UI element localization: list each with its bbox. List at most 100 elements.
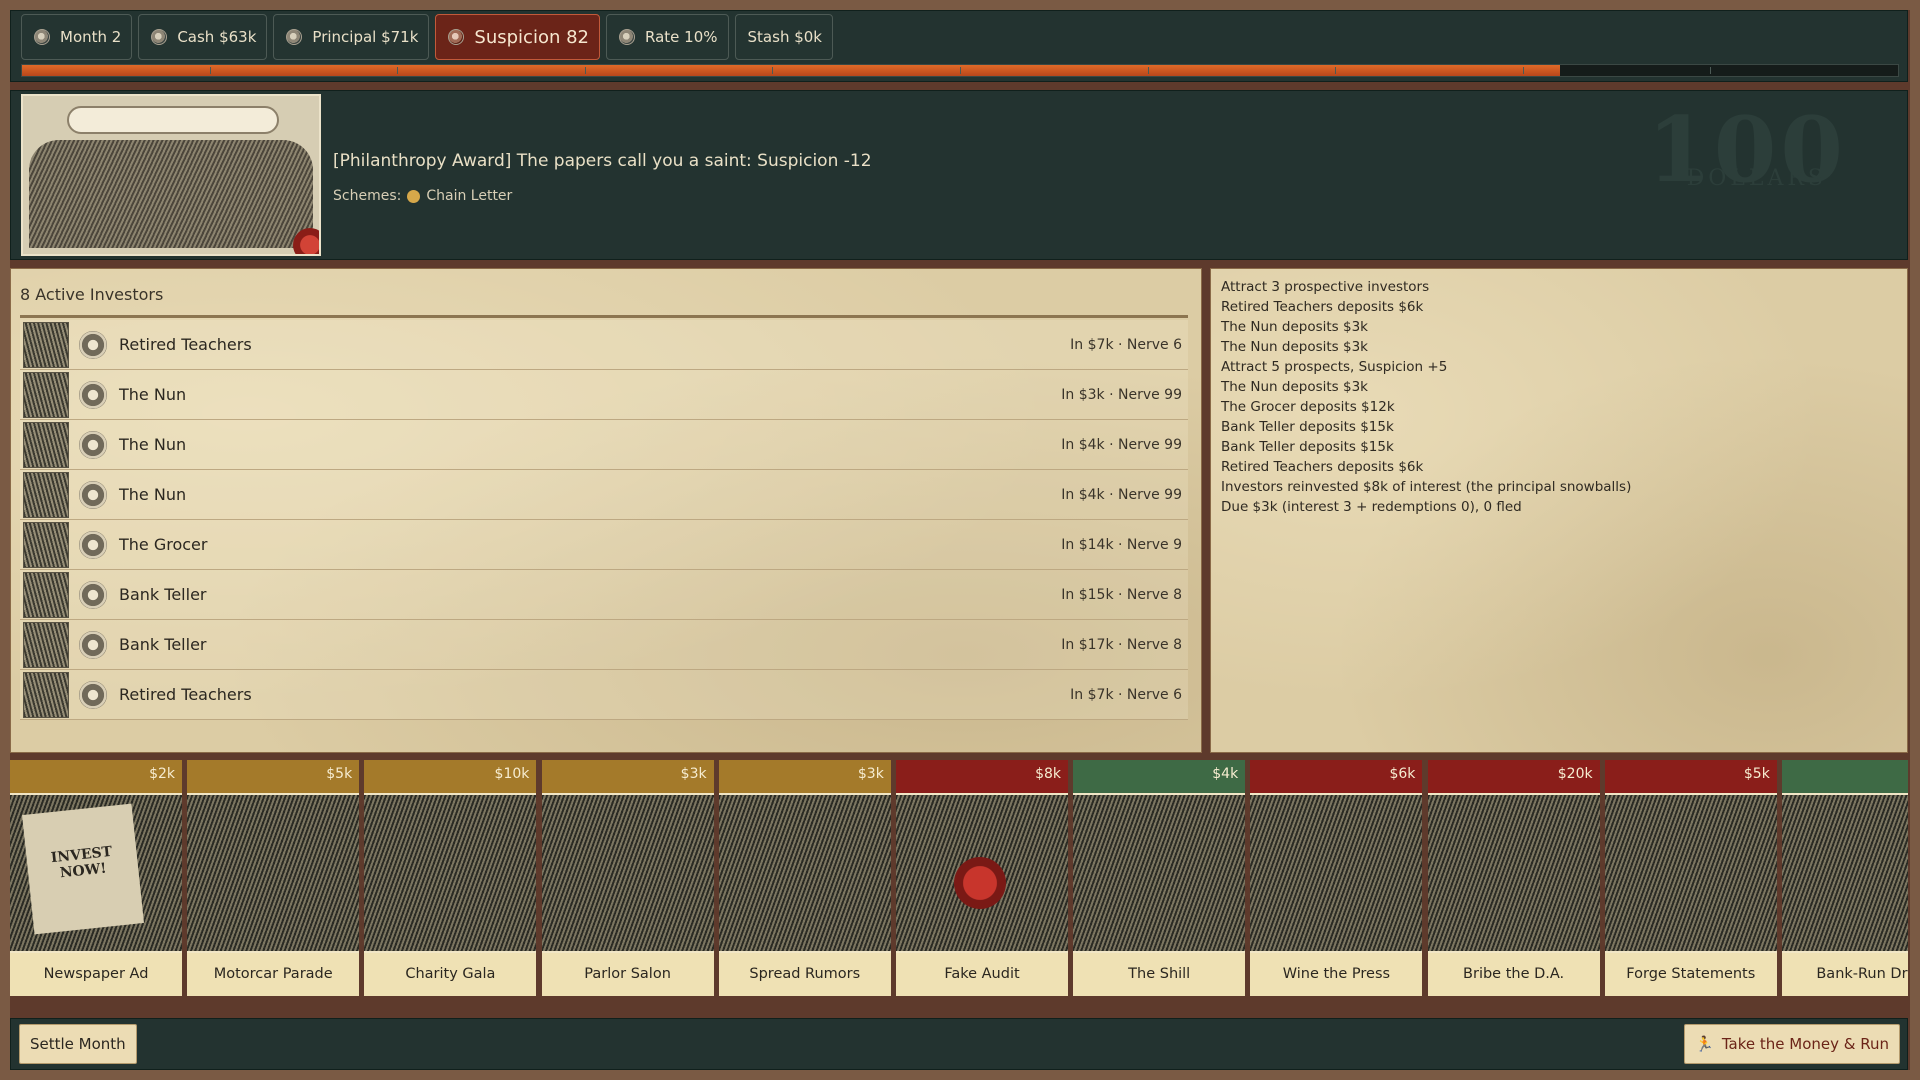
- scheme-card-art: [187, 793, 360, 953]
- investor-row[interactable]: Bank Teller In $17k · Nerve 8: [20, 620, 1188, 670]
- scheme-card[interactable]: $6k Wine the Press: [1250, 760, 1423, 996]
- investor-name: Bank Teller: [119, 585, 207, 604]
- investor-portrait: [23, 671, 69, 718]
- meter-tick: [209, 67, 211, 74]
- stat-rate: Rate 10%: [606, 14, 729, 60]
- scheme-card-art: [1073, 793, 1246, 953]
- investor-stat: In $14k · Nerve 9: [1061, 536, 1182, 553]
- stat-stash-label: Stash $0k: [747, 28, 822, 46]
- investor-badge-icon: [79, 430, 107, 459]
- stat-chips: Month 2 Cash $63k Principal $71k Suspicion …: [21, 14, 833, 60]
- scheme-card-art: [718, 793, 891, 953]
- investor-row[interactable]: The Nun In $3k · Nerve 99: [20, 370, 1188, 420]
- investor-badge-icon: [79, 380, 107, 409]
- action-bar: Settle Month 🏃 Take the Money & Run: [10, 1018, 1908, 1070]
- event-message: [Philanthropy Award] The papers call you…: [333, 151, 872, 171]
- log-entry: Bank Teller deposits $15k: [1221, 419, 1394, 435]
- take-money-run-button[interactable]: 🏃 Take the Money & Run: [1684, 1024, 1900, 1064]
- scheme-card[interactable]: $4k The Shill: [1073, 760, 1246, 996]
- scheme-card-name: Newspaper Ad: [43, 965, 149, 982]
- stat-month-label: Month 2: [60, 28, 122, 46]
- investor-badge-icon: [79, 630, 107, 659]
- investor-stat: In $17k · Nerve 8: [1061, 636, 1182, 653]
- stat-principal-label: Principal $71k: [312, 28, 419, 46]
- clock-icon: [34, 29, 50, 45]
- scheme-card-name: Bribe the D.A.: [1463, 965, 1565, 982]
- investors-title: 8 Active Investors: [20, 285, 164, 304]
- wax-seal-icon: [954, 857, 1006, 909]
- scheme-card-cost: $5k: [1604, 760, 1777, 793]
- investor-row[interactable]: The Grocer In $14k · Nerve 9: [20, 520, 1188, 570]
- scheme-card-art: [1782, 793, 1908, 953]
- investor-name: Retired Teachers: [119, 685, 252, 704]
- investor-row[interactable]: The Nun In $4k · Nerve 99: [20, 470, 1188, 520]
- log-entry: Retired Teachers deposits $6k: [1221, 459, 1424, 475]
- scheme-card-name: Wine the Press: [1282, 965, 1391, 982]
- scheme-card-cost: $5k: [187, 760, 360, 793]
- scheme-card[interactable]: $8k Fake Audit: [896, 760, 1068, 996]
- stat-cash: Cash $63k: [138, 14, 268, 60]
- coin-icon: [151, 29, 168, 45]
- investor-row[interactable]: Retired Teachers In $7k · Nerve 6: [20, 670, 1188, 720]
- coin-icon: [619, 29, 636, 45]
- investor-row[interactable]: The Nun In $4k · Nerve 99: [20, 420, 1188, 470]
- scheme-card[interactable]: $3k Parlor Salon: [541, 760, 714, 996]
- investor-row[interactable]: Retired Teachers In $7k · Nerve 6: [20, 320, 1188, 370]
- log-entry: Investors reinvested $8k of interest (th…: [1221, 479, 1632, 495]
- investor-badge-icon: [79, 580, 107, 609]
- engraving-cartouche: [67, 106, 279, 134]
- stat-principal: Principal $71k: [273, 14, 430, 60]
- investor-badge-icon: [79, 330, 107, 359]
- scheme-card-name: Charity Gala: [405, 965, 496, 982]
- investor-stat: In $7k · Nerve 6: [1070, 686, 1182, 703]
- active-schemes: Schemes: Chain Letter: [333, 188, 512, 204]
- scheme-card[interactable]: $10k Charity Gala: [364, 760, 537, 996]
- settle-month-button[interactable]: Settle Month: [19, 1024, 137, 1064]
- scheme-card-cost: [1782, 760, 1908, 793]
- running-man-icon: 🏃: [1695, 1035, 1714, 1053]
- meter-tick: [1522, 67, 1524, 74]
- scheme-card-cost: $3k: [718, 760, 891, 793]
- log-entry: Retired Teachers deposits $6k: [1221, 299, 1424, 315]
- investor-row[interactable]: Bank Teller In $15k · Nerve 8: [20, 570, 1188, 620]
- scheme-card-name: Parlor Salon: [584, 965, 671, 982]
- stat-month: Month 2: [21, 14, 133, 60]
- investors-list: Retired Teachers In $7k · Nerve 6 The Nun I…: [20, 320, 1188, 720]
- investor-name: Bank Teller: [119, 635, 207, 654]
- scheme-card-cost: $2k: [10, 760, 182, 793]
- scheme-card-name: Spread Rumors: [749, 965, 861, 982]
- stat-rate-label: Rate 10%: [645, 28, 718, 46]
- scheme-card[interactable]: $5k Motorcar Parade: [187, 760, 360, 996]
- meter-tick: [1335, 67, 1337, 74]
- scheme-card-art: [541, 793, 714, 953]
- meter-tick: [584, 67, 586, 74]
- scheme-card-cost: $6k: [1250, 760, 1423, 793]
- scheme-dot-icon: [407, 189, 421, 203]
- scheme-card[interactable]: $2k INVEST NOW! Newspaper Ad: [10, 760, 182, 996]
- investor-portrait: [23, 571, 69, 618]
- scheme-card[interactable]: $3k Spread Rumors: [718, 760, 891, 996]
- log-entry: Bank Teller deposits $15k: [1221, 439, 1394, 455]
- schemes-label: Schemes:: [333, 188, 402, 204]
- scheme-card-art: [1604, 793, 1777, 953]
- scheme-card-name: Forge Statements: [1626, 965, 1756, 982]
- meter-tick: [1710, 67, 1712, 74]
- scheme-cards: $2k INVEST NOW! Newspaper Ad $5k Motorcar Pa…: [10, 760, 1908, 996]
- meter-tick: [772, 67, 774, 74]
- log-entry: The Nun deposits $3k: [1221, 319, 1369, 335]
- scheme-card-name: Bank-Run Drill: [1816, 965, 1908, 982]
- scheme-card-name: The Shill: [1128, 965, 1191, 982]
- investor-name: The Nun: [119, 435, 187, 454]
- scheme-card[interactable]: $20k Bribe the D.A.: [1427, 760, 1600, 996]
- scheme-card-cost: $8k: [896, 760, 1068, 793]
- investor-portrait: [23, 321, 69, 368]
- investor-portrait: [23, 521, 69, 568]
- scheme-card-name: Fake Audit: [944, 965, 1020, 982]
- scheme-card[interactable]: $5k Forge Statements: [1604, 760, 1777, 996]
- investor-stat: In $4k · Nerve 99: [1061, 486, 1182, 503]
- scheme-card[interactable]: Bank-Run Drill: [1782, 760, 1908, 996]
- investor-name: The Nun: [119, 485, 187, 504]
- investor-stat: In $3k · Nerve 99: [1061, 386, 1182, 403]
- investor-portrait: [23, 421, 69, 468]
- wax-seal-icon: [293, 228, 319, 254]
